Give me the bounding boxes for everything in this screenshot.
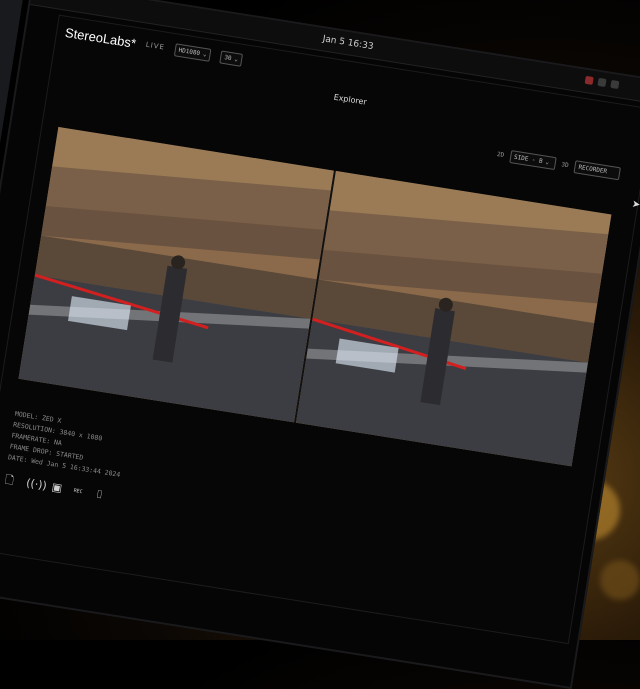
chevron-down-icon: ⌄ [233,55,239,63]
clock: Jan 5 16:33 [321,34,375,53]
fps-select[interactable]: 30 ⌄ [219,49,244,67]
left-camera-view [18,126,334,423]
view-toolbar: 2D SIDE - B ⌄ 3D RECORDER [496,148,621,181]
zed-explorer-window: StereoLabs* LIVE HD1080 ⌄ 30 ⌄ Explorer … [0,14,640,645]
view-mode-value: SIDE - B [513,153,544,166]
tray-icon[interactable] [610,79,620,90]
stereo-viewer [18,126,612,467]
view-label: 2D [496,150,505,159]
depth-label: 3D [560,161,570,170]
monitor: Jan 5 16:33 StereoLabs* LIVE HD1080 ⌄ 30… [0,0,640,689]
mouse-cursor-icon: ➤ [631,198,640,211]
right-camera-view [295,170,612,467]
camera-info-panel: MODEL: ZED X RESOLUTION: 3840 x 1080 FRA… [7,409,128,481]
resolution-select[interactable]: HD1080 ⌄ [173,42,212,62]
brand-logo: StereoLabs* [64,24,138,51]
atrium-scene-right [295,170,612,467]
camera-icon[interactable]: ⌷ [91,487,107,503]
tray-icon[interactable] [597,77,607,88]
view-mode-select[interactable]: SIDE - B ⌄ [509,150,557,171]
broadcast-icon[interactable]: ((·)) [25,476,47,492]
live-tab[interactable]: LIVE [145,41,165,52]
resolution-value: HD1080 [178,46,201,57]
tray-icon[interactable] [584,75,594,85]
recorder-button[interactable]: RECORDER [573,160,621,181]
record-icon[interactable]: ▣ [49,480,65,496]
file-icon[interactable]: 🗋 [1,473,17,489]
tray [584,75,640,96]
record-label: REC [73,487,83,496]
chevron-down-icon: ⌄ [544,158,550,167]
bokeh-light [600,560,640,600]
chevron-down-icon: ⌄ [202,50,208,58]
bottom-controls: 🗋 ((·)) ▣ REC ⌷ [1,473,107,503]
atrium-scene-left [18,126,334,423]
fps-value: 30 [223,53,233,62]
